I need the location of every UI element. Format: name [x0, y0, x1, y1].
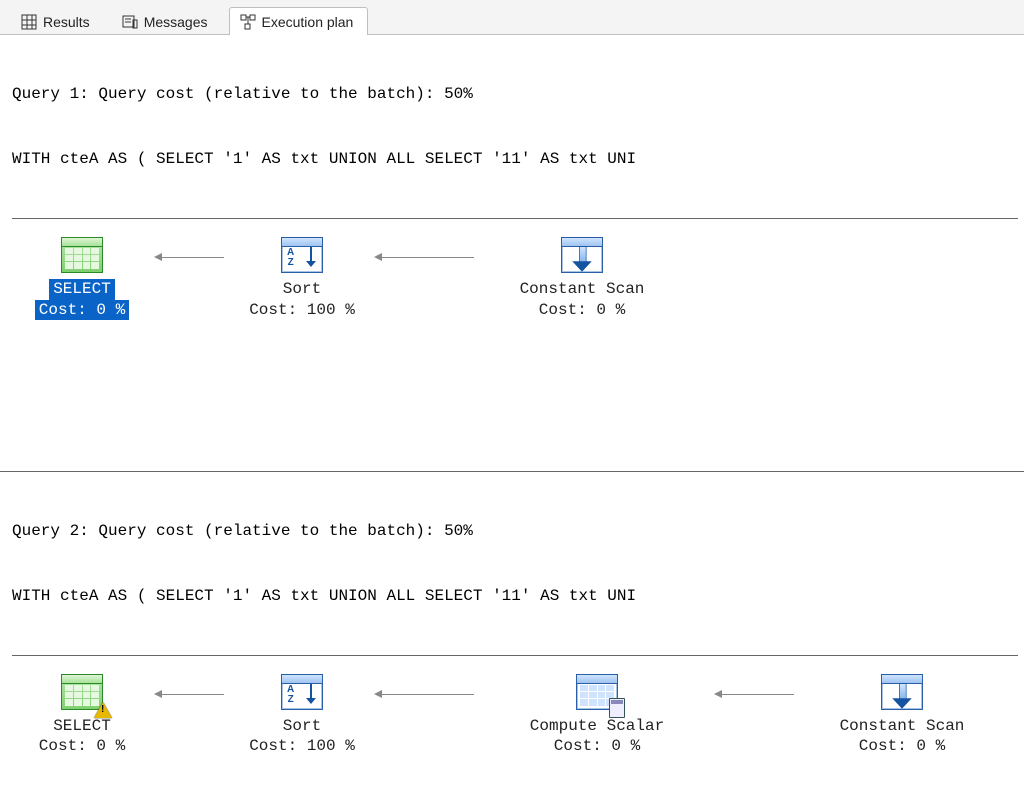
- calculator-icon: [609, 698, 625, 718]
- op-select-q2[interactable]: SELECT Cost: 0 %: [12, 672, 152, 758]
- op-compute-scalar-q2[interactable]: Compute Scalar Cost: 0 %: [482, 672, 712, 758]
- op-sort-cost: Cost: 100 %: [249, 300, 355, 321]
- query2-header: Query 2: Query cost (relative to the bat…: [12, 478, 1018, 651]
- tab-execution-plan[interactable]: Execution plan: [229, 7, 369, 35]
- grid-icon: [21, 14, 37, 30]
- query2-title: Query 2: Query cost (relative to the bat…: [12, 521, 1018, 543]
- query2-sql: WITH cteA AS ( SELECT '1' AS txt UNION A…: [12, 586, 1018, 608]
- query1-header: Query 1: Query cost (relative to the bat…: [12, 41, 1018, 214]
- query1-sql: WITH cteA AS ( SELECT '1' AS txt UNION A…: [12, 149, 1018, 171]
- query1-plan-row[interactable]: SELECT Cost: 0 % AZ Sort Cost: 100 %: [12, 218, 1018, 349]
- op-constant-cost: Cost: 0 %: [539, 300, 625, 321]
- sort-icon: AZ: [280, 672, 324, 712]
- op-sort-q1[interactable]: AZ Sort Cost: 100 %: [232, 235, 372, 321]
- select-warning-icon: [60, 672, 104, 712]
- op-compute-cost: Cost: 0 %: [554, 736, 640, 757]
- op-sort-q2[interactable]: AZ Sort Cost: 100 %: [232, 672, 372, 758]
- op-select-q1[interactable]: SELECT Cost: 0 %: [12, 235, 152, 321]
- op-constant-scan-q1[interactable]: Constant Scan Cost: 0 %: [482, 235, 682, 321]
- plan-arrow: [372, 235, 482, 275]
- constant-scan-icon: [560, 235, 604, 275]
- op-constant-label: Constant Scan: [520, 279, 645, 300]
- tab-messages[interactable]: Messages: [111, 7, 223, 35]
- op-select-cost: Cost: 0 %: [39, 736, 125, 757]
- execution-plan-pane: Query 1: Query cost (relative to the bat…: [0, 35, 1024, 788]
- op-constant-cost: Cost: 0 %: [859, 736, 945, 757]
- op-sort-label: Sort: [283, 716, 321, 737]
- op-compute-label: Compute Scalar: [530, 716, 664, 737]
- op-select-cost: Cost: 0 %: [35, 300, 129, 321]
- query-block-1: Query 1: Query cost (relative to the bat…: [0, 35, 1024, 472]
- op-select-label: SELECT: [49, 279, 115, 300]
- warning-icon: [94, 702, 112, 718]
- plan-arrow: [152, 672, 232, 712]
- plan-arrow: [712, 672, 802, 712]
- plan-icon: [240, 14, 256, 30]
- op-select-label: SELECT: [53, 716, 111, 737]
- query2-plan-row[interactable]: SELECT Cost: 0 % AZ Sort Cost: 100 %: [12, 655, 1018, 786]
- tab-messages-label: Messages: [144, 14, 208, 30]
- plan-arrow: [372, 672, 482, 712]
- tab-plan-label: Execution plan: [262, 14, 354, 30]
- op-sort-cost: Cost: 100 %: [249, 736, 355, 757]
- op-constant-scan-q2[interactable]: Constant Scan Cost: 0 %: [802, 672, 1002, 758]
- op-sort-label: Sort: [283, 279, 321, 300]
- select-icon: [60, 235, 104, 275]
- op-constant-label: Constant Scan: [840, 716, 965, 737]
- compute-scalar-icon: [575, 672, 619, 712]
- sort-icon: AZ: [280, 235, 324, 275]
- result-tabs: Results Messages Execution plan: [0, 0, 1024, 35]
- messages-icon: [122, 14, 138, 30]
- query1-title: Query 1: Query cost (relative to the bat…: [12, 84, 1018, 106]
- plan-arrow: [152, 235, 232, 275]
- tab-results-label: Results: [43, 14, 90, 30]
- tab-results[interactable]: Results: [10, 7, 105, 35]
- query-block-2: Query 2: Query cost (relative to the bat…: [0, 472, 1024, 788]
- constant-scan-icon: [880, 672, 924, 712]
